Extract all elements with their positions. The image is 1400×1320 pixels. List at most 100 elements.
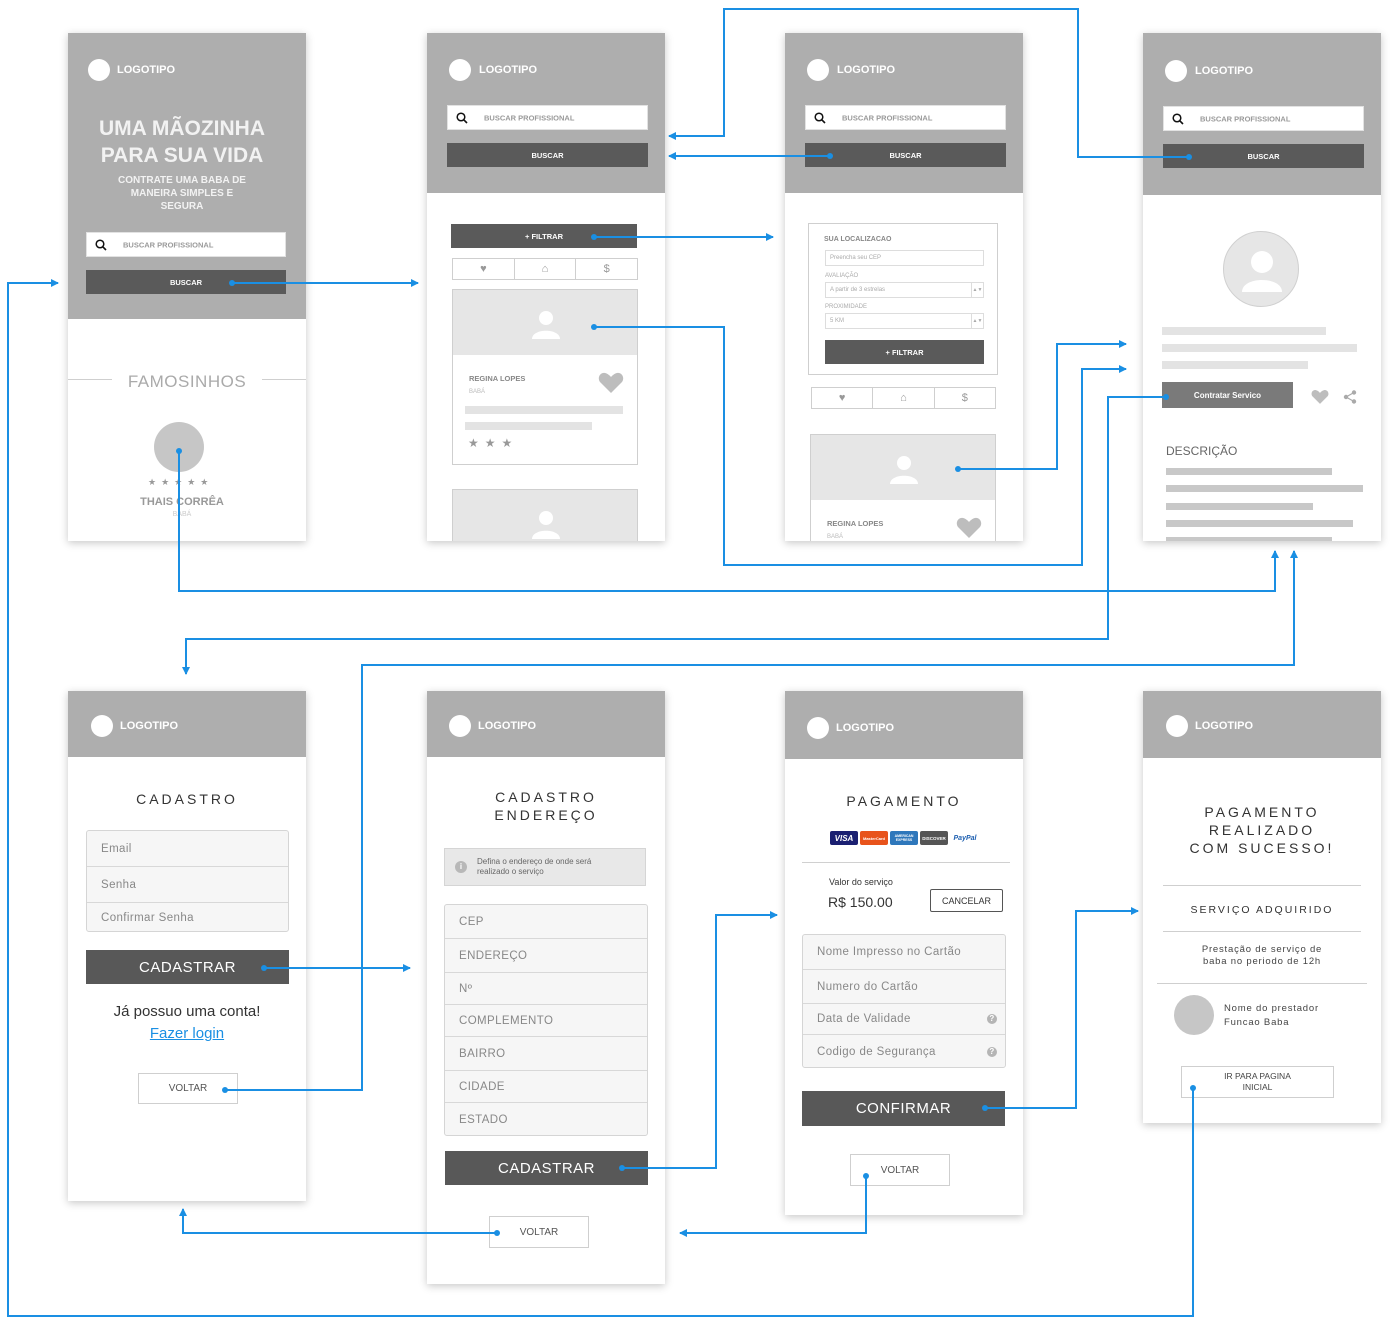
result-card[interactable] bbox=[452, 489, 638, 541]
rating-label: AVALIAÇÃO bbox=[825, 273, 859, 279]
cep-input[interactable]: Preencha seu CEP bbox=[825, 250, 984, 266]
search-input[interactable]: BUSCAR PROFISSIONAL bbox=[1163, 106, 1364, 131]
profile-text-line bbox=[1162, 327, 1326, 335]
success-divider bbox=[1163, 885, 1361, 886]
login-link[interactable]: Fazer login bbox=[68, 1025, 306, 1042]
cep-field[interactable]: CEP bbox=[445, 905, 647, 939]
amex-logo: AMERICAN EXPRESS bbox=[890, 831, 918, 845]
hero-sub-1: CONTRATE UMA BABA DE bbox=[118, 175, 246, 186]
signup-submit-button[interactable]: CADASTRAR bbox=[86, 950, 289, 984]
back-button[interactable]: VOLTAR bbox=[489, 1216, 589, 1248]
logo-text: LOGOTIPO bbox=[836, 722, 895, 734]
logo-icon bbox=[807, 59, 829, 81]
favorite-icon[interactable]: ♥ bbox=[812, 388, 874, 408]
signup-form: Email Senha Confirmar Senha bbox=[86, 830, 289, 932]
address-title: CADASTRO ENDEREÇO bbox=[427, 788, 665, 824]
apply-filter-button[interactable]: + FILTRAR bbox=[825, 340, 984, 364]
description-title: DESCRIÇÃO bbox=[1166, 444, 1238, 458]
service-value-label: Valor do serviço bbox=[829, 877, 893, 887]
profile-text-line bbox=[1162, 344, 1357, 352]
help-icon[interactable]: ? bbox=[987, 1047, 997, 1057]
share-icon[interactable] bbox=[1343, 390, 1357, 404]
description-line bbox=[1166, 520, 1353, 527]
price-icon[interactable]: $ bbox=[935, 388, 995, 408]
confirm-password-field[interactable]: Confirmar Senha bbox=[87, 903, 288, 931]
famous-avatar[interactable] bbox=[154, 422, 204, 472]
service-description: Prestação de serviço de baba no periodo … bbox=[1143, 944, 1381, 968]
proximity-label: PROXIMIDADE bbox=[825, 304, 868, 310]
filter-panel: SUA LOCALIZACAO Preencha seu CEP AVALIAÇ… bbox=[808, 223, 998, 375]
search-icon bbox=[814, 111, 826, 124]
confirm-button[interactable]: CONFIRMAR bbox=[802, 1091, 1005, 1126]
help-icon[interactable]: ? bbox=[987, 1014, 997, 1024]
card-name: REGINA LOPES bbox=[827, 519, 884, 528]
street-field[interactable]: ENDEREÇO bbox=[445, 939, 647, 973]
sort-options: ♥ ⌂ $ bbox=[452, 258, 638, 280]
logo-icon bbox=[1165, 60, 1187, 82]
search-button[interactable]: BUSCAR bbox=[805, 143, 1006, 167]
card-name: REGINA LOPES bbox=[469, 374, 526, 383]
profile-header: LOGOTIPO BUSCAR PROFISSIONAL BUSCAR bbox=[1143, 33, 1381, 195]
password-field[interactable]: Senha bbox=[87, 867, 288, 903]
logo-text: LOGOTIPO bbox=[1195, 65, 1254, 77]
logo-text: LOGOTIPO bbox=[837, 64, 896, 76]
profile-text-line bbox=[1162, 361, 1308, 369]
location-icon[interactable]: ⌂ bbox=[873, 388, 935, 408]
success-title-line3: COM SUCESSO! bbox=[1189, 840, 1335, 856]
favorite-icon[interactable]: ♥ bbox=[453, 259, 515, 279]
search-placeholder: BUSCAR PROFISSIONAL bbox=[1200, 114, 1291, 123]
search-input[interactable]: BUSCAR PROFISSIONAL bbox=[447, 105, 648, 130]
cancel-button[interactable]: CANCELAR bbox=[930, 889, 1003, 912]
search-button[interactable]: BUSCAR bbox=[447, 143, 648, 167]
card-number-field[interactable]: Numero do Cartão bbox=[803, 970, 1005, 1004]
state-field[interactable]: ESTADO bbox=[445, 1103, 647, 1135]
search-button[interactable]: BUSCAR bbox=[86, 270, 286, 294]
back-button[interactable]: VOLTAR bbox=[850, 1154, 950, 1186]
address-submit-button[interactable]: CADASTRAR bbox=[445, 1151, 648, 1185]
stepper-icon[interactable]: ▲▼ bbox=[971, 283, 983, 297]
heart-icon[interactable] bbox=[1311, 389, 1329, 405]
service-divider bbox=[1157, 983, 1367, 984]
stepper-icon[interactable]: ▲▼ bbox=[971, 314, 983, 328]
heart-icon[interactable] bbox=[598, 372, 624, 394]
search-button[interactable]: BUSCAR bbox=[1163, 144, 1364, 168]
security-code-field[interactable]: Codigo de Segurança? bbox=[803, 1035, 1005, 1067]
city-field[interactable]: CIDADE bbox=[445, 1071, 647, 1103]
price-icon[interactable]: $ bbox=[576, 259, 637, 279]
result-card[interactable]: REGINA LOPES BABÁ bbox=[810, 434, 996, 541]
result-card[interactable]: REGINA LOPES BABÁ ★★★ bbox=[452, 289, 638, 465]
proximity-select[interactable]: 5 KM ▲▼ bbox=[825, 313, 984, 329]
email-field[interactable]: Email bbox=[87, 831, 288, 867]
search-input[interactable]: BUSCAR PROFISSIONAL bbox=[86, 232, 286, 257]
heart-icon[interactable] bbox=[956, 517, 982, 539]
home-page-button[interactable]: IR PARA PAGINA INICIAL bbox=[1181, 1066, 1334, 1098]
home-header: LOGOTIPO UMA MÃOZINHA PARA SUA VIDA CONT… bbox=[68, 33, 306, 319]
provider-name: Nome do prestador bbox=[1224, 1003, 1319, 1014]
back-button[interactable]: VOLTAR bbox=[138, 1073, 238, 1104]
proximity-value: 5 KM bbox=[830, 318, 845, 324]
person-placeholder-icon bbox=[532, 511, 560, 539]
logo-icon bbox=[1166, 715, 1188, 737]
provider-avatar bbox=[1174, 995, 1214, 1035]
address-title-line2: ENDEREÇO bbox=[494, 807, 598, 823]
number-field[interactable]: Nº bbox=[445, 973, 647, 1005]
hire-service-button[interactable]: Contratar Servico bbox=[1162, 382, 1293, 408]
card-photo bbox=[453, 490, 637, 541]
address-info-text: Defina o endereço de onde será realizado… bbox=[477, 857, 591, 877]
card-text-line bbox=[465, 422, 592, 430]
expiry-date-field[interactable]: Data de Validade? bbox=[803, 1004, 1005, 1035]
logo-text: LOGOTIPO bbox=[478, 720, 537, 732]
location-icon[interactable]: ⌂ bbox=[515, 259, 577, 279]
complement-field[interactable]: COMPLEMENTO bbox=[445, 1005, 647, 1037]
district-field[interactable]: BAIRRO bbox=[445, 1037, 647, 1071]
success-header: LOGOTIPO bbox=[1143, 691, 1381, 758]
address-info-box: i Defina o endereço de onde será realiza… bbox=[444, 848, 646, 886]
success-title-line1: PAGAMENTO bbox=[1204, 804, 1320, 820]
signup-header: LOGOTIPO bbox=[68, 691, 306, 757]
rating-select[interactable]: A partir de 3 estrelas ▲▼ bbox=[825, 282, 984, 298]
wireframe-flow: LOGOTIPO UMA MÃOZINHA PARA SUA VIDA CONT… bbox=[0, 0, 1400, 1320]
acquired-title: SERVIÇO ADQUIRIDO bbox=[1190, 904, 1334, 916]
card-name-field[interactable]: Nome Impresso no Cartão bbox=[803, 935, 1005, 970]
search-input[interactable]: BUSCAR PROFISSIONAL bbox=[805, 105, 1006, 130]
filter-button[interactable]: + FILTRAR bbox=[451, 224, 637, 248]
